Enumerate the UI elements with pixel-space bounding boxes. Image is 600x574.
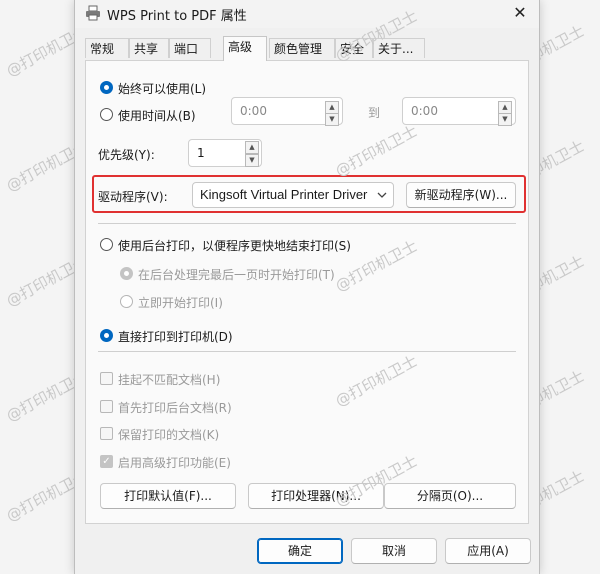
title-bar: WPS Print to PDF 属性 ✕: [75, 0, 539, 28]
new-driver-button[interactable]: 新驱动程序(W)...: [406, 182, 516, 208]
available-from-label: 使用时间从(B): [118, 109, 196, 123]
keep-printed-checkbox[interactable]: [100, 427, 113, 440]
window-title: WPS Print to PDF 属性: [107, 9, 247, 24]
from-time-down[interactable]: ▼: [325, 113, 339, 126]
priority-label: 优先级(Y):: [98, 148, 155, 162]
tab-color-management[interactable]: 颜色管理: [269, 38, 335, 58]
priority-down[interactable]: ▼: [245, 154, 259, 167]
always-available-radio[interactable]: [100, 81, 113, 94]
print-direct-radio[interactable]: [100, 329, 113, 342]
to-label: 到: [368, 106, 381, 120]
tab-ports[interactable]: 端口: [169, 38, 211, 58]
spooled-first-label: 首先打印后台文档(R): [118, 401, 232, 415]
tab-general[interactable]: 常规: [85, 38, 129, 58]
print-direct-label: 直接打印到打印机(D): [118, 330, 233, 344]
ok-button[interactable]: 确定: [257, 538, 343, 564]
start-immediately-radio[interactable]: [120, 295, 133, 308]
tab-advanced[interactable]: 高级: [223, 36, 267, 61]
divider: [98, 351, 516, 352]
divider: [98, 223, 516, 224]
keep-printed-label: 保留打印的文档(K): [118, 428, 220, 442]
driver-select[interactable]: Kingsoft Virtual Printer Driver: [192, 182, 394, 208]
spooled-first-checkbox[interactable]: [100, 400, 113, 413]
driver-label: 驱动程序(V):: [98, 190, 168, 204]
to-time-down[interactable]: ▼: [498, 113, 512, 126]
tab-sharing[interactable]: 共享: [129, 38, 169, 58]
printer-icon: [86, 5, 100, 21]
advanced-panel: 始终可以使用(L) 使用时间从(B) 0:00 ▲ ▼ 到 0:00 ▲ ▼ 优…: [85, 60, 529, 524]
start-immediately-label: 立即开始打印(I): [138, 296, 223, 310]
printing-defaults-button[interactable]: 打印默认值(F)...: [100, 483, 236, 509]
advanced-features-checkbox[interactable]: ✓: [100, 455, 113, 468]
start-after-last-page-radio[interactable]: [120, 267, 133, 280]
separator-page-button[interactable]: 分隔页(O)...: [384, 483, 516, 509]
start-after-last-page-label: 在后台处理完最后一页时开始打印(T): [138, 268, 335, 282]
spool-radio[interactable]: [100, 238, 113, 251]
close-button[interactable]: ✕: [507, 2, 533, 24]
available-from-radio[interactable]: [100, 108, 113, 121]
hold-mismatched-label: 挂起不匹配文档(H): [118, 373, 221, 387]
priority-up[interactable]: ▲: [245, 141, 259, 154]
driver-selected-value: Kingsoft Virtual Printer Driver: [200, 187, 368, 202]
chevron-down-icon: [377, 192, 387, 198]
apply-button[interactable]: 应用(A): [445, 538, 531, 564]
cancel-button[interactable]: 取消: [351, 538, 437, 564]
spool-label: 使用后台打印，以便程序更快地结束打印(S): [118, 239, 351, 253]
advanced-features-label: 启用高级打印功能(E): [118, 456, 231, 470]
printer-properties-dialog: WPS Print to PDF 属性 ✕ 常规 共享 端口 高级 颜色管理 安…: [74, 0, 540, 574]
hold-mismatched-checkbox[interactable]: [100, 372, 113, 385]
always-available-label: 始终可以使用(L): [118, 82, 207, 96]
